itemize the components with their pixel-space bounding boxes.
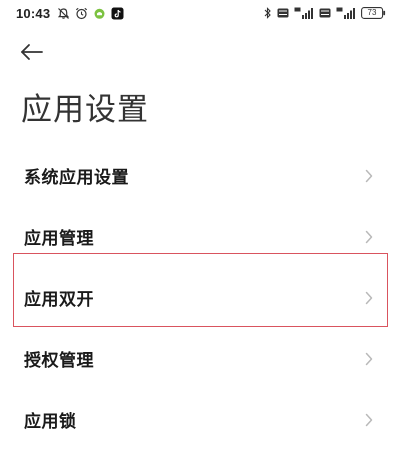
settings-item-label: 应用双开 bbox=[24, 290, 94, 310]
chevron-right-icon bbox=[364, 351, 374, 367]
settings-item-label: 应用锁 bbox=[24, 412, 77, 432]
alarm-clock-icon bbox=[75, 7, 88, 20]
hd-icon bbox=[277, 7, 289, 20]
settings-item-app-lock[interactable]: 应用锁 bbox=[0, 389, 400, 450]
chevron-right-icon bbox=[364, 290, 374, 306]
arrow-left-icon bbox=[20, 43, 44, 65]
status-bar-right: 73 bbox=[264, 7, 386, 20]
settings-item-system-app-settings[interactable]: 系统应用设置 bbox=[0, 145, 400, 206]
chevron-right-icon bbox=[364, 229, 374, 245]
signal-4g-icon bbox=[336, 7, 356, 20]
battery-icon: 73 bbox=[361, 7, 386, 19]
page-title: 应用设置 bbox=[21, 92, 149, 128]
settings-item-permissions[interactable]: 授权管理 bbox=[0, 328, 400, 389]
settings-item-label: 应用管理 bbox=[24, 229, 94, 249]
back-button[interactable] bbox=[20, 40, 52, 68]
android-notification-icon bbox=[93, 7, 106, 20]
status-bar: 10:43 73 bbox=[0, 0, 400, 26]
signal-4g-icon bbox=[294, 7, 314, 20]
tiktok-icon bbox=[111, 7, 124, 20]
status-bar-left: 10:43 bbox=[16, 6, 124, 21]
chevron-right-icon bbox=[364, 168, 374, 184]
bluetooth-icon bbox=[264, 7, 272, 20]
settings-list: 系统应用设置 应用管理 应用双开 授权管理 应用锁 bbox=[0, 145, 400, 450]
alarm-muted-icon bbox=[57, 7, 70, 20]
settings-item-app-management[interactable]: 应用管理 bbox=[0, 206, 400, 267]
hd-icon bbox=[319, 7, 331, 20]
battery-level: 73 bbox=[367, 8, 377, 17]
settings-item-dual-apps[interactable]: 应用双开 bbox=[0, 267, 400, 328]
settings-item-label: 系统应用设置 bbox=[24, 168, 129, 188]
settings-item-label: 授权管理 bbox=[24, 351, 94, 371]
chevron-right-icon bbox=[364, 412, 374, 428]
status-time: 10:43 bbox=[16, 5, 51, 21]
